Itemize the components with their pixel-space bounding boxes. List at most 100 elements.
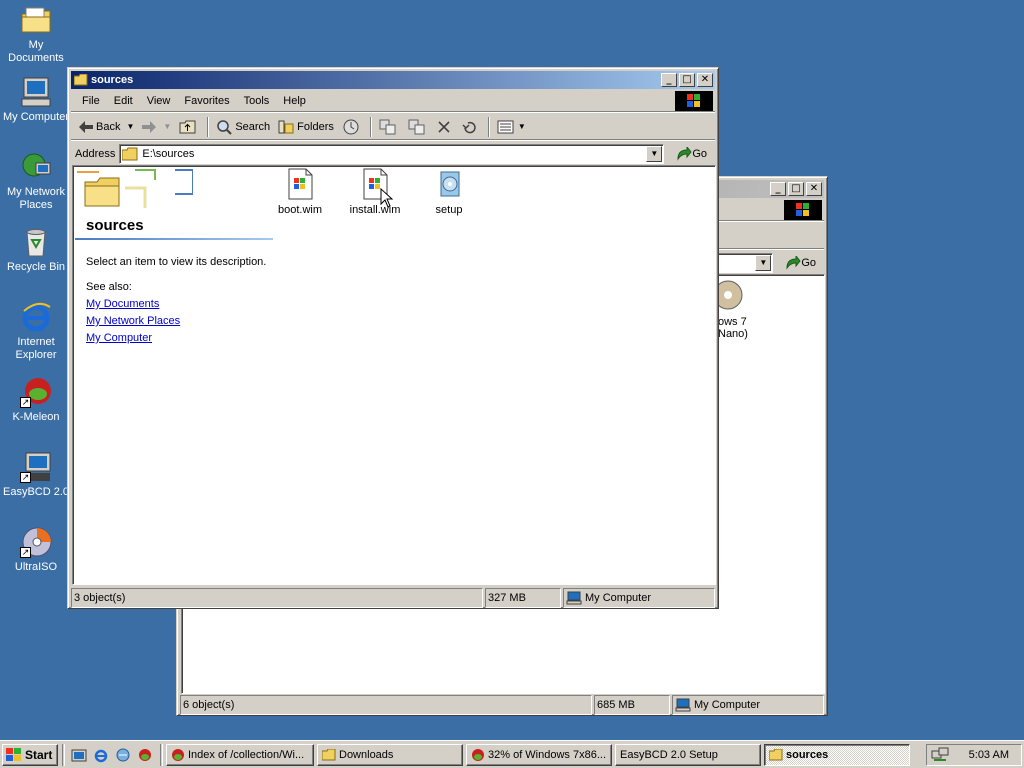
address-field[interactable]: E:\sources ▼: [119, 144, 665, 164]
back-button[interactable]: Back ▼: [75, 116, 138, 138]
undo-button[interactable]: [458, 116, 485, 138]
maximize-button[interactable]: □: [679, 73, 695, 87]
delete-button[interactable]: [433, 116, 458, 138]
menu-file[interactable]: File: [75, 95, 107, 107]
file-item-install-wim[interactable]: install.wim: [340, 168, 410, 216]
file-view[interactable]: sources Select an item to view its descr…: [72, 165, 716, 585]
views-dropdown-icon[interactable]: ▼: [518, 122, 526, 131]
go-button[interactable]: Go: [779, 252, 822, 274]
minimize-button[interactable]: _: [661, 73, 677, 87]
computer-icon: [566, 591, 582, 605]
menu-favorites[interactable]: Favorites: [177, 95, 236, 107]
desktop-icon-easybcd[interactable]: ↗ EasyBCD 2.0: [0, 451, 72, 499]
copy-to-button[interactable]: [404, 116, 433, 138]
up-folder-button[interactable]: [175, 116, 204, 138]
task-button-download-progress[interactable]: 32% of Windows 7x86...: [466, 743, 612, 766]
menu-help[interactable]: Help: [276, 95, 313, 107]
folders-label: Folders: [297, 120, 334, 133]
menu-tools[interactable]: Tools: [237, 95, 277, 107]
dvd-drive-icon: [713, 280, 743, 310]
file-item[interactable]: ows 7 Nano): [713, 279, 778, 340]
k-meleon-icon: [172, 748, 184, 761]
windows-logo-icon: [784, 200, 822, 220]
task-button-index-of-collection[interactable]: Index of /collection/Wi...: [166, 743, 314, 766]
task-button-easybcd-setup[interactable]: EasyBCD 2.0 Setup: [615, 743, 761, 766]
webview-description: Select an item to view its description.: [86, 256, 267, 268]
link-my-computer[interactable]: My Computer: [86, 332, 152, 344]
minimize-button[interactable]: _: [770, 182, 786, 196]
windows-logo-icon: [675, 91, 713, 111]
back-dropdown-icon[interactable]: ▼: [126, 122, 134, 131]
task-button-downloads[interactable]: Downloads: [317, 743, 463, 766]
task-button-sources[interactable]: sources: [764, 743, 910, 766]
start-label: Start: [25, 747, 53, 762]
computer-icon: [675, 698, 691, 712]
ultraiso-icon: ↗: [20, 526, 52, 558]
desktop-icon-recycle-bin[interactable]: Recycle Bin: [0, 226, 72, 274]
menu-edit[interactable]: Edit: [107, 95, 140, 107]
webview-title: sources: [86, 217, 144, 234]
network-places-icon: [20, 151, 52, 183]
windows-logo-icon: [6, 747, 21, 761]
close-button[interactable]: ✕: [806, 182, 822, 196]
address-value[interactable]: E:\sources: [138, 148, 646, 160]
desktop-icon-network-places[interactable]: My Network Places: [0, 151, 72, 212]
explorer-window-sources[interactable]: sources _ □ ✕ File Edit View Favorites T…: [67, 67, 719, 609]
my-documents-icon: [20, 4, 52, 36]
internet-explorer-icon: [20, 301, 52, 333]
file-item-boot-wim[interactable]: boot.wim: [265, 168, 335, 216]
close-button[interactable]: ✕: [697, 73, 713, 87]
internet-explorer-icon[interactable]: [92, 746, 110, 764]
folder-banner-icon: [77, 169, 193, 208]
start-button[interactable]: Start: [2, 743, 58, 766]
k-meleon-icon: [472, 748, 484, 761]
desktop-icon-ultraiso[interactable]: ↗ UltraISO: [0, 526, 72, 574]
address-dropdown-button[interactable]: ▼: [755, 255, 772, 271]
link-my-network-places[interactable]: My Network Places: [86, 315, 180, 327]
outlook-express-icon[interactable]: [114, 746, 132, 764]
search-button[interactable]: Search: [212, 116, 274, 138]
setup-icon: [433, 168, 465, 200]
desktop-icon-k-meleon[interactable]: ↗ K-Meleon: [0, 376, 72, 424]
move-to-button[interactable]: [375, 116, 404, 138]
back-arrow-icon: [79, 120, 93, 133]
address-bar: Address E:\sources ▼ Go: [71, 141, 715, 167]
webview-divider: [75, 238, 273, 240]
status-size: 327 MB: [485, 588, 561, 608]
desktop-icon-label: UltraISO: [14, 561, 58, 573]
file-item-setup[interactable]: setup: [414, 168, 484, 216]
history-button[interactable]: [338, 116, 367, 138]
clock[interactable]: 5:03 AM: [969, 749, 1009, 761]
k-meleon-icon[interactable]: [136, 746, 154, 764]
network-tray-icon[interactable]: [931, 747, 949, 763]
go-button[interactable]: Go: [670, 143, 713, 165]
link-my-documents[interactable]: My Documents: [86, 298, 159, 310]
show-desktop-icon[interactable]: [70, 746, 88, 764]
title-bar[interactable]: sources _ □ ✕: [71, 71, 715, 89]
shortcut-arrow-icon: ↗: [20, 397, 31, 408]
desktop-icon-label: My Computer: [2, 111, 70, 123]
go-label: Go: [801, 257, 816, 269]
desktop-icon-label: My Documents: [8, 39, 64, 64]
menu-view[interactable]: View: [140, 95, 178, 107]
copy-to-icon: [408, 119, 425, 134]
maximize-button[interactable]: □: [788, 182, 804, 196]
task-label: EasyBCD 2.0 Setup: [620, 748, 718, 761]
status-zone-label: My Computer: [694, 699, 761, 711]
toolbar: Back ▼ ▼ Search Folders ▼: [71, 114, 715, 140]
desktop-icon-internet-explorer[interactable]: Internet Explorer: [0, 301, 72, 362]
desktop-icon-my-documents[interactable]: My Documents: [0, 4, 72, 65]
forward-button[interactable]: ▼: [138, 116, 175, 138]
folder-icon: [122, 147, 138, 161]
status-zone: My Computer: [563, 588, 715, 608]
address-dropdown-button[interactable]: ▼: [646, 146, 663, 162]
folders-button[interactable]: Folders: [274, 116, 338, 138]
quicklaunch-separator: [160, 743, 163, 766]
go-arrow-icon: [677, 147, 692, 161]
forward-dropdown-icon[interactable]: ▼: [163, 122, 171, 131]
system-tray: 5:03 AM: [926, 744, 1022, 766]
up-folder-icon: [179, 120, 196, 133]
views-button[interactable]: ▼: [493, 116, 530, 138]
history-icon: [343, 119, 359, 134]
desktop-icon-my-computer[interactable]: My Computer: [0, 76, 72, 124]
